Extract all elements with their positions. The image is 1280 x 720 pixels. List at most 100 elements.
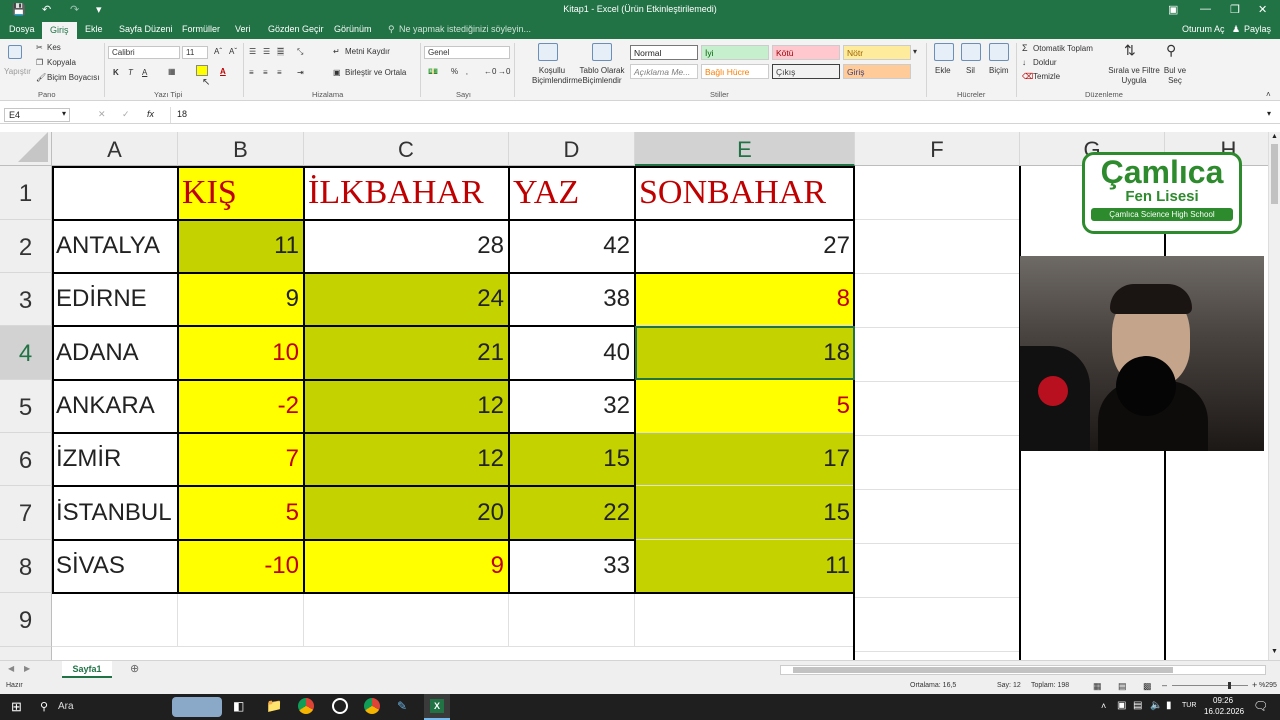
- horizontal-scrollbar[interactable]: [780, 665, 1266, 675]
- row-header-3[interactable]: 3: [0, 273, 52, 326]
- cell-c1[interactable]: İLKBAHAR: [304, 166, 509, 220]
- restore-icon[interactable]: ❐: [1230, 3, 1240, 16]
- cell-d4[interactable]: 40: [509, 326, 635, 380]
- style-input[interactable]: Giriş: [843, 64, 911, 79]
- wrap-text-button[interactable]: Metni Kaydır: [345, 47, 390, 56]
- conditional-format-button[interactable]: Koşullu Biçimlendirme: [532, 66, 582, 86]
- file-explorer-icon[interactable]: 📁: [266, 698, 282, 714]
- excel-taskbar-button[interactable]: X: [424, 694, 450, 720]
- cell-a6[interactable]: İZMİR: [52, 433, 178, 486]
- expand-formula-icon[interactable]: ▾: [1267, 109, 1271, 118]
- formula-input[interactable]: 18: [170, 107, 1270, 123]
- cell-d8[interactable]: 33: [509, 540, 635, 593]
- chrome-icon[interactable]: [298, 698, 314, 714]
- cell-d6[interactable]: 15: [509, 433, 635, 486]
- indent-icon[interactable]: ⇥: [297, 68, 304, 77]
- cell-c6[interactable]: 12: [304, 433, 509, 486]
- autosum-button[interactable]: Otomatik Toplam: [1033, 44, 1093, 53]
- cell-d2[interactable]: 42: [509, 220, 635, 273]
- name-box-dropdown-icon[interactable]: ▾: [62, 109, 66, 118]
- delete-cells-button[interactable]: Sil: [966, 66, 975, 75]
- select-all-button[interactable]: [0, 132, 52, 166]
- column-header-c[interactable]: C: [304, 132, 509, 166]
- minimize-icon[interactable]: —: [1200, 3, 1211, 15]
- notification-icon[interactable]: 🗨: [1253, 699, 1268, 713]
- cell-e3[interactable]: 8: [635, 273, 855, 326]
- zoom-slider[interactable]: [1172, 682, 1248, 689]
- align-top-icon[interactable]: ☰: [249, 47, 256, 56]
- format-painter-button[interactable]: Biçim Boyacısı: [47, 73, 99, 82]
- cancel-icon[interactable]: ✕: [98, 109, 106, 120]
- font-name-select[interactable]: Calibri: [108, 46, 180, 59]
- column-header-b[interactable]: B: [178, 132, 304, 166]
- cell-e5[interactable]: 5: [635, 380, 855, 433]
- percent-icon[interactable]: %: [451, 67, 458, 76]
- increase-decimal-icon[interactable]: ←0: [484, 67, 496, 76]
- name-box[interactable]: E4: [4, 108, 70, 122]
- row-header-6[interactable]: 6: [0, 433, 52, 486]
- clock-time[interactable]: 09:26: [1213, 696, 1233, 705]
- paste-icon[interactable]: [8, 45, 22, 59]
- find-select-button[interactable]: Bul ve Seç: [1160, 66, 1190, 86]
- insert-cells-icon[interactable]: [934, 43, 954, 61]
- autosum-icon[interactable]: Σ: [1022, 43, 1028, 53]
- tab-data[interactable]: Veri: [235, 24, 251, 34]
- wrap-text-icon[interactable]: ↵: [333, 47, 340, 56]
- insert-function-button[interactable]: fx: [147, 109, 154, 119]
- tab-file[interactable]: Dosya: [9, 24, 35, 34]
- font-size-select[interactable]: 11: [182, 46, 208, 59]
- format-painter-icon[interactable]: 🖌: [36, 73, 46, 82]
- share-icon[interactable]: ♟: [1232, 24, 1240, 35]
- align-left-icon[interactable]: ≡: [249, 68, 254, 77]
- search-icon[interactable]: ⚲: [40, 700, 48, 713]
- currency-icon[interactable]: 💵: [428, 67, 438, 76]
- sort-filter-icon[interactable]: ⇅: [1124, 42, 1136, 59]
- cell-a3[interactable]: EDİRNE: [52, 273, 178, 326]
- clear-icon[interactable]: ⌫: [1022, 72, 1033, 81]
- clock-date[interactable]: 16.02.2026: [1204, 707, 1244, 716]
- style-normal[interactable]: Normal: [630, 45, 698, 60]
- row-header-1[interactable]: 1: [0, 166, 52, 220]
- tab-formulas[interactable]: Formüller: [182, 24, 220, 34]
- style-bad[interactable]: Kötü: [772, 45, 840, 60]
- tell-me-input[interactable]: Ne yapmak istediğinizi söyleyin...: [399, 24, 531, 34]
- fill-icon[interactable]: ↓: [1022, 58, 1026, 67]
- style-good[interactable]: İyi: [701, 45, 769, 60]
- share-button[interactable]: Paylaş: [1244, 24, 1271, 34]
- cell-b5[interactable]: -2: [178, 380, 304, 433]
- tab-home[interactable]: Giriş: [42, 22, 77, 39]
- cell-a1[interactable]: [52, 166, 178, 220]
- collapse-ribbon-icon[interactable]: ˄: [1266, 90, 1271, 99]
- ribbon-display-icon[interactable]: ▣: [1168, 3, 1178, 16]
- zoom-level[interactable]: %295: [1259, 682, 1277, 689]
- cell-c2[interactable]: 28: [304, 220, 509, 273]
- align-bottom-icon[interactable]: ☰: [277, 47, 285, 56]
- zoom-in-icon[interactable]: +: [1252, 680, 1257, 690]
- row-header-5[interactable]: 5: [0, 380, 52, 433]
- vertical-scroll-thumb[interactable]: [1271, 144, 1278, 204]
- cell-b7[interactable]: 5: [178, 486, 304, 540]
- row-header-2[interactable]: 2: [0, 220, 52, 273]
- cell-b1[interactable]: KIŞ: [178, 166, 304, 220]
- cell-a7[interactable]: İSTANBUL: [52, 486, 178, 540]
- comma-icon[interactable]: ‚: [466, 67, 468, 76]
- copy-button[interactable]: Kopyala: [47, 58, 76, 67]
- sheet-next-icon[interactable]: ▶: [24, 664, 30, 673]
- column-header-e[interactable]: E: [635, 132, 855, 166]
- cell-d7[interactable]: 22: [509, 486, 635, 540]
- style-linked-cell[interactable]: Bağlı Hücre: [701, 64, 769, 79]
- enter-icon[interactable]: ✓: [122, 109, 130, 120]
- borders-icon[interactable]: ▦: [168, 67, 176, 76]
- tab-insert[interactable]: Ekle: [85, 24, 103, 34]
- tab-view[interactable]: Görünüm: [334, 24, 372, 34]
- cell-e2[interactable]: 27: [635, 220, 855, 273]
- format-cells-button[interactable]: Biçim: [989, 66, 1009, 75]
- format-cells-icon[interactable]: [989, 43, 1009, 61]
- shrink-font-icon[interactable]: Aˇ: [229, 47, 237, 56]
- cell-a4[interactable]: ADANA: [52, 326, 178, 380]
- cut-button[interactable]: Kes: [47, 43, 61, 52]
- underline-button[interactable]: A: [142, 68, 147, 77]
- cell-e1[interactable]: SONBAHAR: [635, 166, 855, 220]
- merge-icon[interactable]: ▣: [333, 68, 341, 77]
- align-middle-icon[interactable]: ☰: [263, 47, 270, 56]
